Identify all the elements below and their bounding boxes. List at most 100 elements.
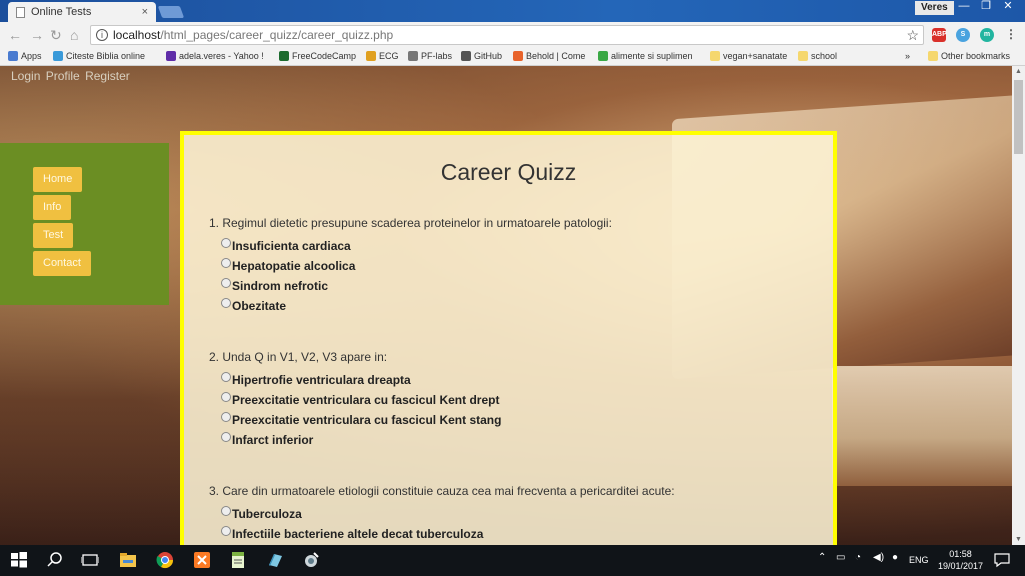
radio-button[interactable] — [221, 238, 231, 248]
bookmark-item[interactable]: Citeste Biblia online — [53, 51, 145, 61]
xampp-icon[interactable] — [193, 551, 211, 569]
answer-option[interactable]: Sindrom nefrotic — [221, 278, 328, 293]
tab-close-button[interactable]: × — [142, 6, 148, 18]
bookmark-item[interactable]: alimente si suplimen — [598, 51, 693, 61]
language-indicator[interactable]: ENG — [909, 555, 929, 565]
nav-home-button[interactable]: Home — [33, 167, 83, 192]
app-icon[interactable] — [266, 551, 284, 569]
freecodecamp-icon — [279, 51, 289, 61]
volume-icon[interactable]: ◀) — [873, 552, 884, 563]
tab-title: Online Tests — [31, 6, 92, 18]
page-scrollbar[interactable]: ▲ ▼ — [1012, 66, 1025, 545]
close-window-button[interactable]: ✕ — [997, 0, 1019, 14]
radio-button[interactable] — [221, 526, 231, 536]
answer-option[interactable]: Hepatopatie alcoolica — [221, 258, 355, 273]
extension-m-icon[interactable]: m — [980, 28, 994, 42]
question-text: 2. Unda Q in V1, V2, V3 apare in: — [209, 350, 388, 364]
nav-contact-button[interactable]: Contact — [33, 251, 91, 276]
nav-info-button[interactable]: Info — [33, 195, 72, 220]
search-icon[interactable] — [46, 551, 64, 569]
apps-grid-icon — [8, 51, 18, 61]
radio-button[interactable] — [221, 432, 231, 442]
bookmark-folder[interactable]: school — [798, 51, 837, 61]
reload-icon[interactable]: ↻ — [50, 27, 62, 44]
other-bookmarks[interactable]: Other bookmarks — [928, 51, 1010, 61]
adblock-icon[interactable]: ABP — [932, 28, 947, 42]
notepad-plus-plus-icon[interactable] — [229, 551, 247, 569]
radio-button[interactable] — [221, 412, 231, 422]
folder-icon — [928, 51, 938, 61]
scroll-down-icon[interactable]: ▼ — [1015, 536, 1022, 543]
radio-button[interactable] — [221, 506, 231, 516]
question-text: 1. Regimul dietetic presupune scaderea p… — [209, 216, 612, 230]
battery-icon[interactable]: ▭ — [836, 552, 845, 563]
home-icon[interactable]: ⌂ — [70, 27, 78, 43]
new-tab-button[interactable] — [157, 6, 185, 18]
answer-option[interactable]: Infectiile bacteriene altele decat tuber… — [221, 526, 483, 541]
quiz-panel: Career Quizz 1. Regimul dietetic presupu… — [180, 131, 837, 545]
nav-test-button[interactable]: Test — [33, 223, 74, 248]
globe-icon — [53, 51, 63, 61]
chrome-icon[interactable] — [156, 551, 174, 569]
radio-button[interactable] — [221, 258, 231, 268]
browser-tab[interactable]: Online Tests × — [8, 2, 156, 22]
forward-icon[interactable]: → — [30, 27, 44, 43]
scrollbar-thumb[interactable] — [1014, 80, 1023, 154]
blogger-icon — [513, 51, 523, 61]
login-link[interactable]: Login — [11, 69, 40, 83]
task-view-icon[interactable] — [81, 551, 99, 569]
tray-overflow-icon[interactable]: ⌃ — [818, 552, 826, 563]
skype-icon[interactable]: S — [956, 28, 970, 42]
wifi-icon[interactable]: ◔ — [855, 552, 861, 563]
url-host: localhost — [113, 28, 161, 42]
bookmark-item[interactable]: Behold | Come — [513, 51, 585, 61]
bookmark-item[interactable]: PF-labs — [408, 51, 452, 61]
bookmark-folder[interactable]: vegan+sanatate — [710, 51, 787, 61]
profile-link[interactable]: Profile — [46, 69, 80, 83]
radio-button[interactable] — [221, 372, 231, 382]
answer-option[interactable]: Infarct inferior — [221, 432, 313, 447]
document-icon — [16, 6, 25, 18]
bookmark-star-icon[interactable]: ☆ — [906, 26, 919, 44]
profile-button[interactable]: Veres — [915, 1, 954, 15]
quiz-title: Career Quizz — [440, 159, 577, 185]
bookmark-item[interactable]: GitHub — [461, 51, 502, 61]
yahoo-icon — [166, 51, 176, 61]
maximize-button[interactable]: ❐ — [975, 0, 997, 14]
answer-option[interactable]: Tuberculoza — [221, 506, 302, 521]
windows-start-icon[interactable] — [10, 551, 28, 569]
browser-toolbar: ← → ↻ ⌂ i localhost/html_pages/career_qu… — [0, 22, 1025, 48]
info-icon[interactable]: i — [96, 29, 108, 41]
bookmark-item[interactable]: ECG — [366, 51, 399, 61]
radio-button[interactable] — [221, 278, 231, 288]
answer-option[interactable]: Obezitate — [221, 298, 286, 313]
register-link[interactable]: Register — [85, 69, 130, 83]
scroll-up-icon[interactable]: ▲ — [1015, 68, 1022, 75]
answer-option[interactable]: Preexcitatie ventriculara cu fascicul Ke… — [221, 392, 499, 407]
background-books-image — [832, 366, 1012, 486]
back-icon[interactable]: ← — [8, 27, 22, 43]
ecg-icon — [366, 51, 376, 61]
clock-time: 01:58 — [949, 549, 972, 559]
bookmark-item[interactable]: FreeCodeCamp — [279, 51, 356, 61]
radio-button[interactable] — [221, 298, 231, 308]
radio-button[interactable] — [221, 392, 231, 402]
question-text: 3. Care din urmatoarele etiologii consti… — [209, 484, 675, 498]
answer-option[interactable]: Hipertrofie ventriculara dreapta — [221, 372, 411, 387]
answer-option[interactable]: Preexcitatie ventriculara cu fascicul Ke… — [221, 412, 501, 427]
bookmark-item[interactable]: adela.veres - Yahoo ! — [166, 51, 264, 61]
page-viewport: Login Profile Register Home Info Test Co… — [0, 66, 1012, 545]
notifications-icon[interactable] — [993, 551, 1011, 569]
minimize-button[interactable]: — — [953, 0, 975, 14]
menu-icon[interactable]: ⋮ — [1004, 28, 1018, 42]
folder-icon — [710, 51, 720, 61]
app-icon[interactable] — [302, 551, 320, 569]
file-explorer-icon[interactable] — [119, 551, 137, 569]
address-bar[interactable]: i localhost/html_pages/career_quizz/care… — [90, 25, 924, 45]
url-path: /html_pages/career_quizz/career_quizz.ph… — [160, 28, 394, 42]
bookmark-apps[interactable]: Apps — [8, 51, 42, 61]
weather-icon[interactable]: ● — [892, 552, 898, 563]
bookmarks-overflow-button[interactable]: » — [905, 51, 910, 61]
system-clock[interactable]: 01:58 19/01/2017 — [938, 548, 983, 572]
answer-option[interactable]: Insuficienta cardiaca — [221, 238, 351, 253]
